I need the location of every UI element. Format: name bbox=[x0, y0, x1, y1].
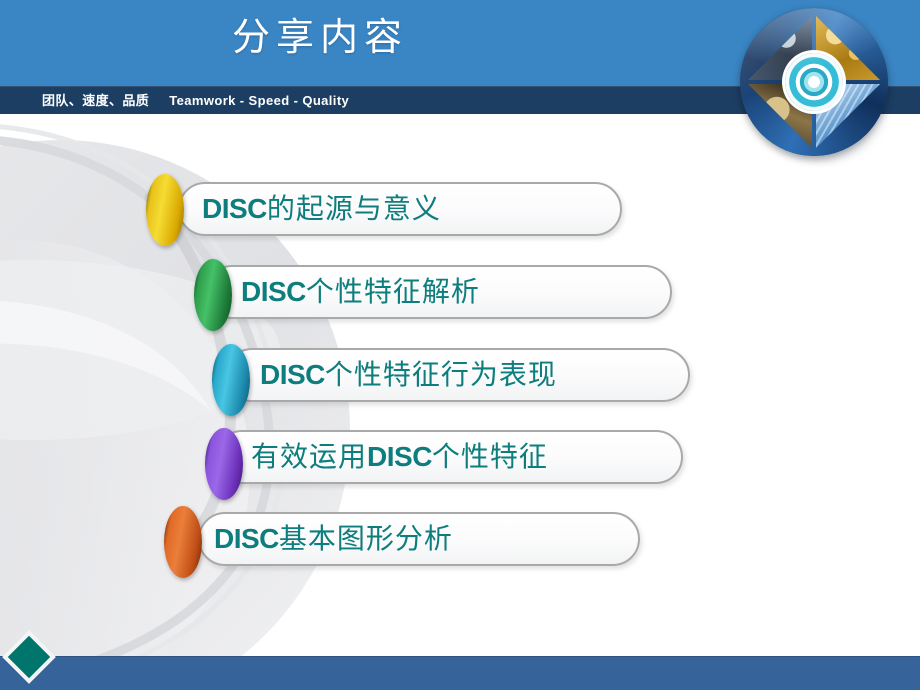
agenda-item-4[interactable]: 有效运用DISC个性特征 bbox=[205, 428, 683, 500]
slide-canvas: 分享内容 团队、速度、品质 Teamwork - Speed - Quality… bbox=[0, 0, 920, 690]
agenda-label-3: DISC个性特征行为表现 bbox=[260, 348, 557, 402]
agenda-label-2-latin: DISC bbox=[241, 276, 306, 307]
footer-band bbox=[0, 656, 920, 690]
agenda-label-3-han: 个性特征行为表现 bbox=[324, 358, 557, 391]
agenda-label-4-han: 个性特征 bbox=[431, 440, 548, 473]
agenda-label-1-han: 的起源与意义 bbox=[266, 192, 441, 225]
agenda-label-5: DISC基本图形分析 bbox=[214, 512, 453, 566]
agenda-label-5-han: 基本图形分析 bbox=[278, 522, 453, 555]
agenda-label-4: 有效运用DISC个性特征 bbox=[251, 430, 548, 484]
bullet-blue bbox=[212, 344, 250, 416]
disc-logo-body bbox=[740, 8, 888, 156]
bullet-orange bbox=[164, 506, 202, 578]
bullet-purple bbox=[205, 428, 243, 500]
page-title: 分享内容 bbox=[231, 15, 408, 59]
agenda-label-2-han: 个性特征解析 bbox=[305, 275, 480, 308]
disc-logo bbox=[740, 8, 896, 164]
agenda-label-3-latin: DISC bbox=[260, 359, 325, 390]
agenda-label-1: DISC的起源与意义 bbox=[202, 182, 441, 236]
agenda-item-5[interactable]: DISC基本图形分析 bbox=[164, 506, 640, 578]
agenda-label-5-latin: DISC bbox=[214, 523, 279, 554]
agenda-label-4-han-prefix: 有效运用 bbox=[251, 440, 368, 473]
agenda-label-1-latin: DISC bbox=[202, 193, 267, 224]
disc-gloss bbox=[740, 8, 888, 156]
agenda-item-2[interactable]: DISC个性特征解析 bbox=[194, 259, 672, 331]
subtitle-text: 团队、速度、品质 Teamwork - Speed - Quality bbox=[42, 93, 350, 108]
bullet-green bbox=[194, 259, 232, 331]
agenda-item-1[interactable]: DISC的起源与意义 bbox=[146, 174, 622, 246]
agenda-label-2: DISC个性特征解析 bbox=[241, 265, 480, 319]
agenda-item-3[interactable]: DISC个性特征行为表现 bbox=[212, 344, 690, 416]
bullet-yellow bbox=[146, 174, 184, 246]
agenda-label-4-latin: DISC bbox=[367, 441, 432, 472]
